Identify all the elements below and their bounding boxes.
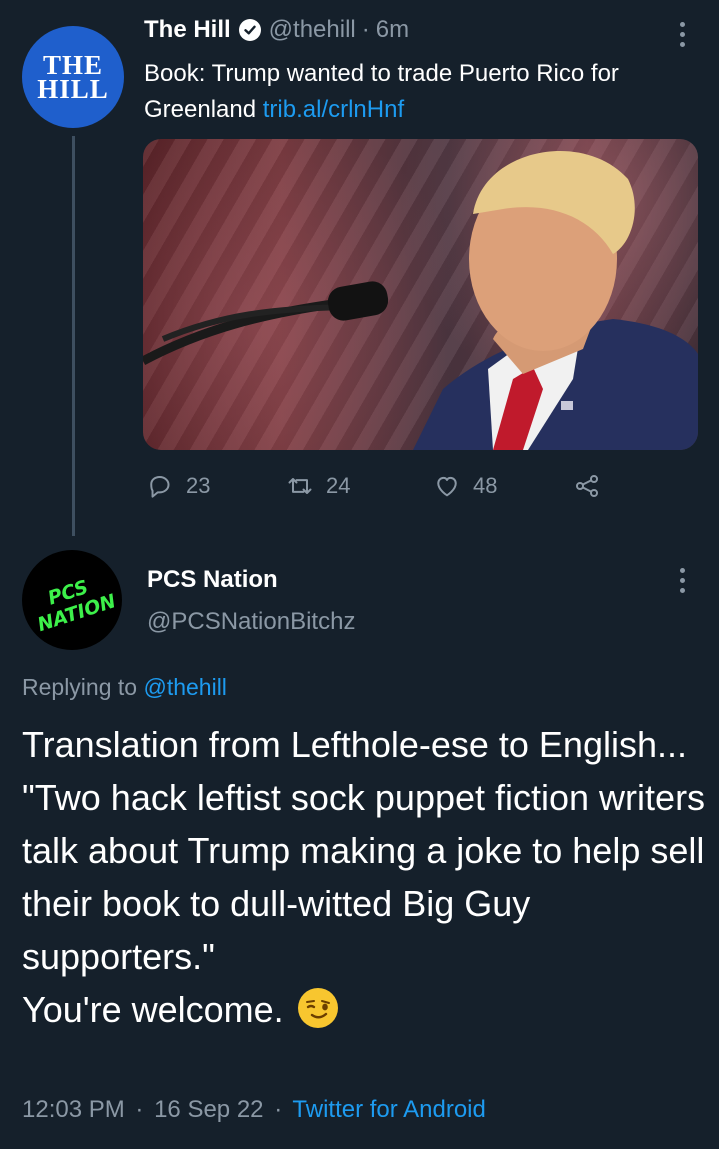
reply-author-name[interactable]: PCS Nation (147, 566, 278, 594)
pcs-nation-logo: PCS NATION (35, 576, 119, 636)
reply-date[interactable]: 16 Sep 22 (154, 1096, 263, 1123)
retweet-count: 24 (326, 473, 351, 498)
tweet-link[interactable]: trib.al/crlnHnf (263, 96, 404, 123)
share-icon (575, 474, 599, 498)
reply-line-3: You're welcome. (22, 983, 712, 1036)
replying-prefix: Replying to (22, 674, 138, 700)
author-name[interactable]: The Hill (144, 16, 231, 44)
parent-tweet-header: The Hill @thehill · 6m (144, 16, 409, 44)
parent-tweet-text: Book: Trump wanted to trade Puerto Rico … (144, 56, 704, 128)
reply-tweet-text: Translation from Lefthole-ese to English… (22, 718, 712, 1036)
verified-badge-icon (238, 19, 261, 41)
tweet-time[interactable]: 6m (376, 16, 409, 44)
tweet-actions: 23 24 48 (146, 472, 613, 500)
reply-more-options-icon[interactable] (679, 568, 685, 593)
reply-metadata: 12:03 PM · 16 Sep 22 · Twitter for Andro… (22, 1096, 486, 1124)
author-handle[interactable]: @thehill (269, 16, 356, 44)
replying-handle-link[interactable]: @thehill (143, 674, 226, 700)
share-action[interactable] (573, 472, 613, 500)
reply-icon (150, 476, 170, 498)
more-options-icon[interactable] (679, 22, 685, 47)
meta-dot-2: · (274, 1096, 283, 1123)
like-action[interactable]: 48 (433, 472, 573, 500)
heart-icon (437, 476, 457, 497)
photo-illustration (143, 150, 698, 450)
winking-face-icon (297, 988, 338, 1028)
avatar-pcs-nation[interactable]: PCS NATION (22, 550, 122, 650)
avatar-text-line-2: HILL (37, 74, 109, 104)
reply-line-1: Translation from Lefthole-ese to English… (22, 724, 687, 765)
reply-time[interactable]: 12:03 PM (22, 1096, 125, 1123)
like-count: 48 (473, 473, 498, 498)
reply-action[interactable]: 23 (146, 472, 286, 500)
tweet-photo[interactable] (143, 139, 698, 450)
avatar-the-hill[interactable]: THE HILL (22, 26, 124, 128)
reply-line-2: "Two hack leftist sock puppet fiction wr… (22, 777, 706, 977)
retweet-action[interactable]: 24 (286, 472, 433, 500)
source-link[interactable]: Twitter for Android (292, 1096, 485, 1123)
meta-dot-1: · (135, 1096, 144, 1123)
thread-connector-line (72, 136, 75, 536)
replying-to: Replying to @thehill (22, 674, 227, 701)
reply-line-3-text: You're welcome. (22, 989, 284, 1030)
reply-count: 23 (186, 473, 211, 498)
reply-author-handle[interactable]: @PCSNationBitchz (147, 608, 355, 636)
retweet-icon (288, 478, 312, 494)
separator-dot: · (361, 16, 370, 43)
